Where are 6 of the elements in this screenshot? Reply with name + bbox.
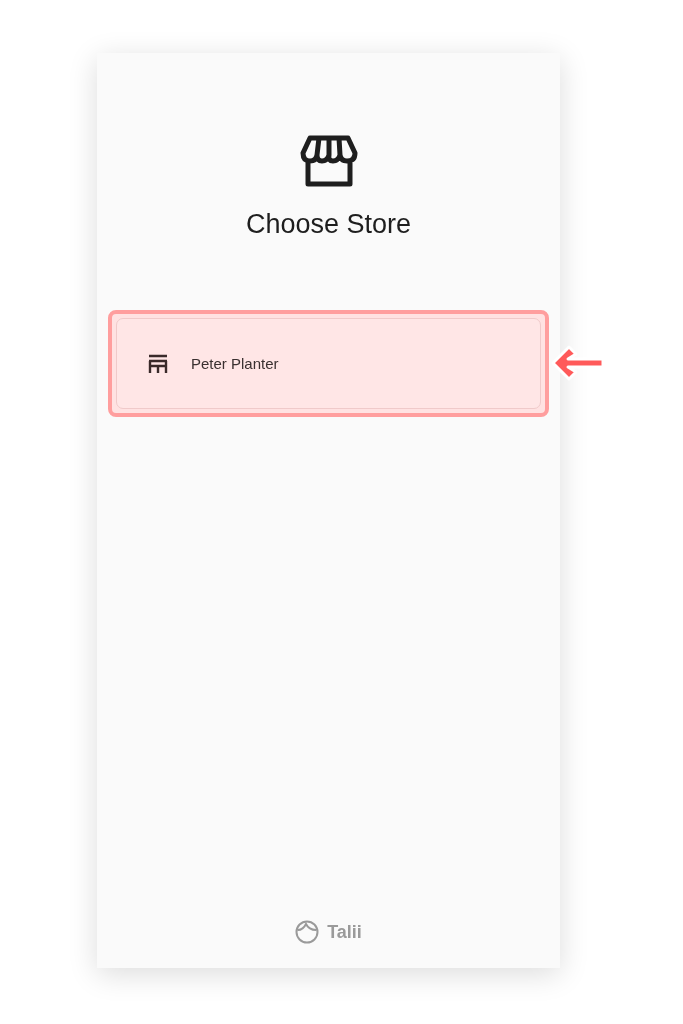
storefront-icon	[299, 135, 358, 187]
page-title: Choose Store	[245, 209, 412, 240]
store-icon	[147, 352, 169, 375]
logo-icon	[295, 920, 320, 944]
store-item[interactable]: Peter Planter	[116, 318, 541, 409]
brand-name: Talii	[327, 921, 362, 943]
